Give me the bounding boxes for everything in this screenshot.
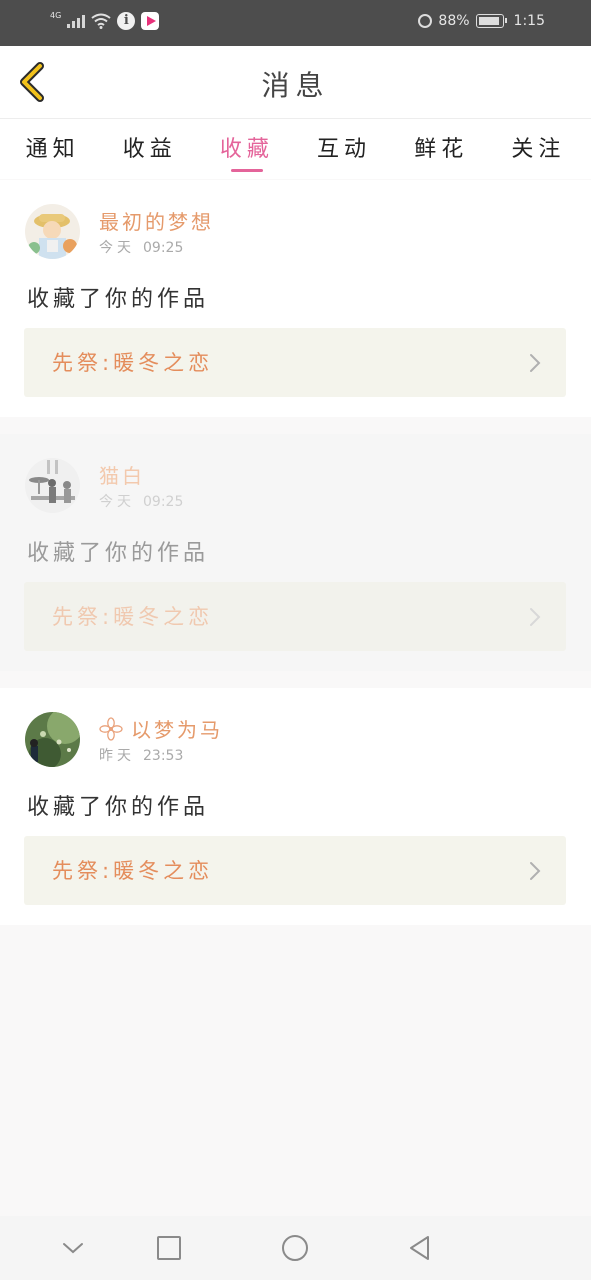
action-text: 收藏了你的作品	[27, 541, 210, 566]
network-type: 4G	[50, 10, 62, 20]
tab-interactions[interactable]: 互动	[317, 119, 371, 179]
username[interactable]: 以梦为马	[131, 714, 223, 743]
battery-icon	[475, 14, 507, 28]
info-icon: i	[117, 12, 136, 30]
chevron-down-icon[interactable]	[57, 1232, 89, 1264]
signal-icon	[67, 14, 86, 28]
flower-icon	[99, 716, 123, 741]
chevron-right-icon	[530, 862, 541, 880]
avatar[interactable]	[25, 458, 80, 513]
tab-favorites[interactable]: 收藏	[220, 119, 274, 179]
chevron-right-icon	[530, 608, 541, 626]
timestamp: 今天 09:25	[99, 240, 184, 256]
app-notification-icon	[141, 12, 160, 30]
tab-flowers[interactable]: 鲜花	[414, 119, 468, 179]
alarm-icon	[418, 14, 433, 28]
back-triangle-icon[interactable]	[404, 1232, 436, 1264]
action-text: 收藏了你的作品	[27, 795, 210, 820]
work-title: 先祭:暖冬之恋	[52, 859, 214, 883]
work-title: 先祭:暖冬之恋	[52, 351, 214, 375]
username[interactable]: 最初的梦想	[99, 206, 214, 235]
home-circle-icon[interactable]	[279, 1232, 311, 1264]
recents-square-icon[interactable]	[153, 1232, 185, 1264]
chevron-right-icon	[530, 354, 541, 372]
work-link[interactable]: 先祭:暖冬之恋	[24, 328, 566, 397]
timestamp: 昨天 23:53	[99, 748, 184, 764]
status-bar: 4G i 88% 1:15	[0, 0, 591, 46]
battery-percent: 88%	[438, 13, 470, 29]
timestamp: 今天 09:25	[99, 494, 184, 510]
app-header: 消息	[0, 46, 591, 119]
tab-follows[interactable]: 关注	[511, 119, 565, 179]
action-text: 收藏了你的作品	[27, 287, 210, 312]
message-card: 以梦为马 昨天 23:53 收藏了你的作品 先祭:暖冬之恋	[0, 688, 591, 925]
message-card: 最初的梦想 今天 09:25 收藏了你的作品 先祭:暖冬之恋	[0, 180, 591, 417]
system-nav-bar	[0, 1216, 591, 1280]
tab-bar: 通知 收益 收藏 互动 鲜花 关注	[0, 119, 591, 179]
tab-notifications[interactable]: 通知	[26, 119, 80, 179]
work-link[interactable]: 先祭:暖冬之恋	[24, 582, 566, 651]
work-title: 先祭:暖冬之恋	[52, 605, 214, 629]
wifi-icon	[91, 13, 111, 29]
avatar[interactable]	[25, 712, 80, 767]
tab-earnings[interactable]: 收益	[123, 119, 177, 179]
avatar[interactable]	[25, 204, 80, 259]
work-link[interactable]: 先祭:暖冬之恋	[24, 836, 566, 905]
page-title: 消息	[261, 69, 330, 102]
message-card: 猫白 今天 09:25 收藏了你的作品 先祭:暖冬之恋	[0, 434, 591, 671]
username[interactable]: 猫白	[99, 460, 145, 489]
clock: 1:15	[513, 13, 545, 29]
